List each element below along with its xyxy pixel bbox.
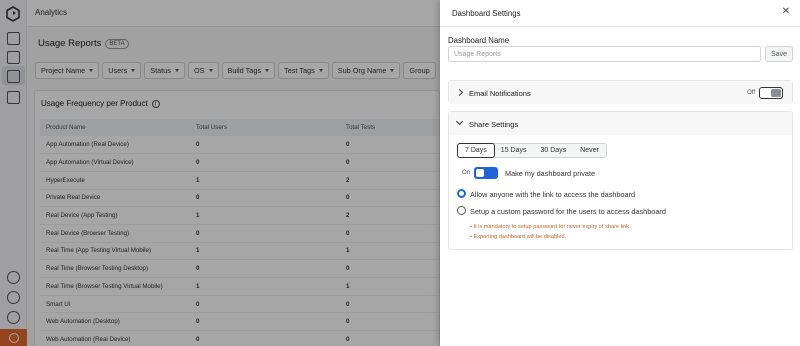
duration-7-days[interactable]: 7 Days bbox=[457, 143, 495, 158]
duration-never[interactable]: Never bbox=[573, 144, 606, 157]
modal-backdrop[interactable] bbox=[0, 0, 440, 346]
email-toggle-state: Off bbox=[747, 90, 755, 96]
save-button[interactable]: Save bbox=[765, 46, 793, 62]
share-duration-selector: 7 Days 15 Days 30 Days Never bbox=[457, 143, 607, 158]
chevron-right-icon bbox=[455, 88, 464, 97]
link-access-radio[interactable] bbox=[457, 189, 466, 198]
toggle-knob bbox=[476, 169, 484, 177]
share-settings-section: Share Settings 7 Days 15 Days 30 Days Ne… bbox=[448, 111, 793, 250]
link-access-label[interactable]: Allow anyone with the link to access the… bbox=[470, 190, 635, 199]
close-icon[interactable]: ✕ bbox=[780, 6, 792, 18]
dashboard-settings-panel: Dashboard Settings ✕ Dashboard Name Save… bbox=[440, 0, 800, 346]
private-dashboard-toggle[interactable] bbox=[474, 167, 498, 179]
panel-header: Dashboard Settings ✕ bbox=[440, 0, 800, 27]
chevron-down-icon bbox=[455, 117, 464, 126]
custom-password-radio[interactable] bbox=[457, 206, 466, 215]
share-settings-label: Share Settings bbox=[469, 120, 519, 129]
email-notifications-label: Email Notifications bbox=[469, 89, 531, 98]
duration-15-days[interactable]: 15 Days bbox=[494, 144, 534, 157]
email-notifications-header[interactable]: Email Notifications Off bbox=[449, 81, 792, 104]
panel-title: Dashboard Settings bbox=[452, 9, 521, 18]
duration-30-days[interactable]: 30 Days bbox=[533, 144, 573, 157]
share-settings-header[interactable]: Share Settings bbox=[449, 112, 792, 135]
export-disabled-note: • Exporting dashboard will be disabled. bbox=[470, 234, 567, 240]
custom-password-label[interactable]: Setup a custom password for the users to… bbox=[470, 207, 666, 216]
dashboard-name-label: Dashboard Name bbox=[448, 36, 510, 45]
password-mandatory-note: • It is mandatory to setup password for … bbox=[470, 224, 631, 230]
private-toggle-state: On bbox=[462, 170, 471, 176]
email-notifications-toggle[interactable] bbox=[759, 87, 783, 99]
dashboard-name-input[interactable] bbox=[448, 46, 761, 62]
email-notifications-section: Email Notifications Off bbox=[448, 80, 793, 104]
toggle-knob bbox=[771, 89, 781, 97]
private-dashboard-label: Make my dashboard private bbox=[505, 169, 596, 178]
